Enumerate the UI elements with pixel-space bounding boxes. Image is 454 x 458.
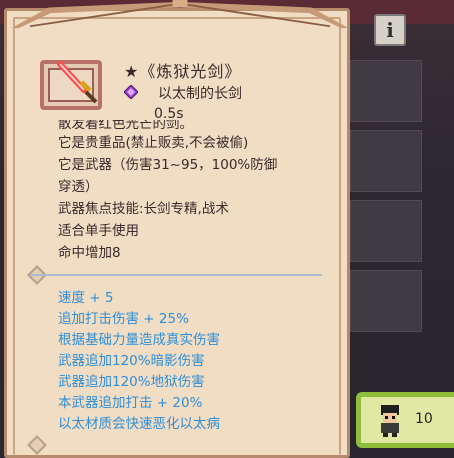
item-stats: 速度 + 5 追加打击伤害 + 25% 根据基础力量造成真实伤害 武器追加120…: [58, 288, 328, 435]
red-light-sword-icon: [57, 61, 98, 104]
bg-tile: [350, 130, 422, 192]
stat-line: 武器追加120%地狱伤害: [58, 374, 205, 390]
info-button[interactable]: i: [374, 14, 406, 46]
stat-line: 武器追加120%暗影伤害: [58, 353, 205, 369]
description-line: 武器焦点技能:长剑专精,战术: [58, 201, 229, 217]
party-counter[interactable]: 10: [356, 392, 454, 448]
stat-line: 以太材质会快速恶化以太病: [58, 416, 220, 432]
item-description: 散发着红色光芒的剑。 它是贵重品(禁止贩卖,不会被偷) 它是武器（伤害31~95…: [58, 120, 328, 264]
tooltip-roof-ornament: [11, 0, 349, 29]
description-line: 适合单手使用: [58, 223, 139, 239]
info-icon: i: [386, 18, 394, 42]
bg-tile: [350, 200, 422, 262]
item-title: ★《炼狱光剑》: [124, 62, 242, 81]
item-subtitle: 以太制的长剑: [158, 86, 242, 102]
description-clipped-line: 散发着红色光芒的剑。: [58, 120, 193, 132]
bg-tile: [350, 270, 422, 332]
section-divider: [30, 274, 322, 276]
item-icon-frame[interactable]: [40, 60, 102, 110]
description-line: 穿透）: [58, 179, 99, 195]
stat-line: 速度 + 5: [58, 290, 114, 306]
description-line: 命中增加8: [58, 245, 121, 261]
stat-line: 本武器追加打击 + 20%: [58, 395, 203, 411]
description-line: 它是武器（伤害31~95，100%防御: [58, 157, 278, 173]
character-avatar-icon: [381, 405, 399, 437]
description-line: 它是贵重品(禁止贩卖,不会被偷): [58, 135, 249, 151]
purple-gem-icon: [124, 85, 138, 99]
stat-line: 根据基础力量造成真实伤害: [58, 332, 220, 348]
party-count: 10: [415, 411, 433, 427]
stat-line: 追加打击伤害 + 25%: [58, 311, 189, 327]
bg-tile: [350, 60, 422, 122]
